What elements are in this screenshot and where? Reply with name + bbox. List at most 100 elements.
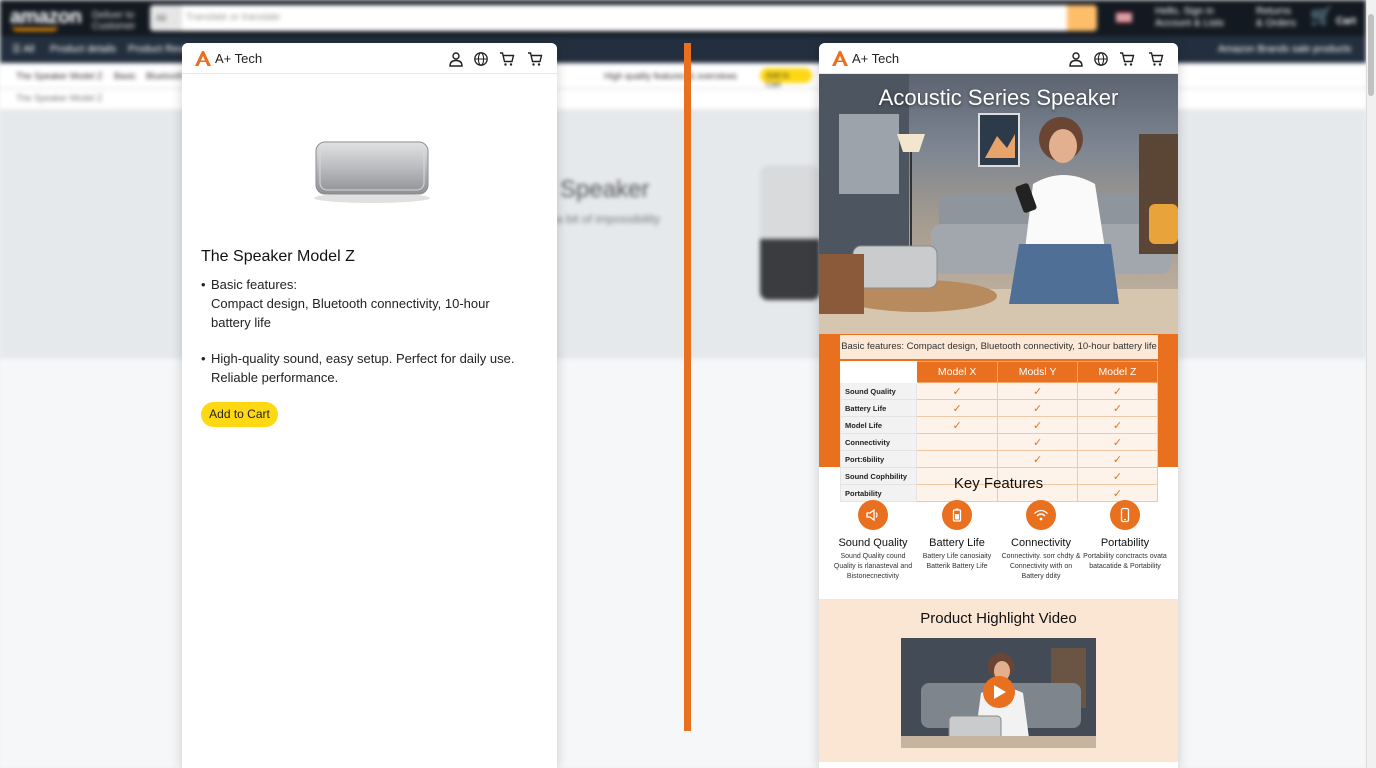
cart-icon[interactable] <box>1119 51 1135 67</box>
video-section: Product Highlight Video <box>819 599 1178 762</box>
hero-lifestyle-image: Acoustic Series Speaker <box>819 74 1178 334</box>
comparison-row: Battery Life ✓ ✓ ✓ <box>840 399 1159 417</box>
checkmark-icon: ✓ <box>997 433 1078 451</box>
checkmark-icon: ✓ <box>1076 382 1159 400</box>
bullet-sound-quality: • High-quality sound, easy setup. Perfec… <box>201 349 531 387</box>
returns-line1: Returns <box>1256 6 1292 17</box>
checkmark-icon: ✓ <box>997 416 1078 434</box>
page-scrollbar[interactable] <box>1366 0 1376 768</box>
sub-item-overview[interactable]: High quality features & overviews <box>604 71 737 81</box>
feature-label: Portability <box>1100 537 1150 549</box>
nav-all-label: All <box>23 44 35 55</box>
account-lists[interactable]: Hello, Sign in Account & Lists <box>1155 6 1224 30</box>
comparison-corner <box>840 361 917 383</box>
bullet-dot-icon: • <box>201 351 206 366</box>
search-button[interactable] <box>1067 5 1097 31</box>
returns-line2: & Orders <box>1256 18 1297 29</box>
brand-name[interactable]: A+ Tech <box>852 51 899 66</box>
feature-label: Sound Quality <box>838 537 908 549</box>
background-speaker-image <box>760 165 820 300</box>
add-to-cart-button[interactable]: Add to Cart <box>201 402 278 427</box>
feature-connectivity: Connectivity Connectivity. sorr chdty & … <box>998 500 1084 582</box>
nav-item-brands-sale[interactable]: Amazon Brands sale products <box>1218 44 1351 55</box>
feature-label: Battery Life <box>929 537 985 549</box>
bullet-basic-features: • Basic features: Compact design, Blueto… <box>201 275 531 332</box>
sub-item-basic[interactable]: Basic <box>114 71 136 81</box>
cart-icon[interactable] <box>499 51 515 67</box>
breadcrumb[interactable]: The Speaker Model Z <box>16 93 103 103</box>
feature-label: Connectivity <box>1011 537 1071 549</box>
cart-icon-secondary[interactable] <box>1148 51 1164 67</box>
features-strip: Basic features: Compact design, Bluetoot… <box>840 335 1158 359</box>
us-flag-icon[interactable] <box>1116 12 1132 23</box>
wifi-icon <box>1026 500 1056 530</box>
comparison-cell-empty <box>915 450 999 468</box>
feature-description: Battery Life canosiaity Batterik Battery… <box>922 553 992 570</box>
basic-listing-panel: A+ Tech The Speaker Model Z • Basic feat… <box>182 43 557 768</box>
feature-portability: Portability Portability conctracts ovata… <box>1082 500 1168 572</box>
sub-item-model[interactable]: The Speaker Model Z <box>16 71 103 81</box>
column-model-x: Model X <box>915 361 999 383</box>
account-line2: Account & Lists <box>1155 18 1224 29</box>
checkmark-icon: ✓ <box>915 416 999 434</box>
background-hero-subtitle: a bit of impossibility <box>556 212 661 226</box>
comparison-cell-empty <box>915 433 999 451</box>
comparison-header-row: Model X Modsl Y Model Z <box>840 361 1159 383</box>
user-icon[interactable] <box>448 51 464 67</box>
column-model-y: Modsl Y <box>997 361 1078 383</box>
product-title: The Speaker Model Z <box>201 248 355 265</box>
nav-item-product-details[interactable]: Product details <box>50 44 116 55</box>
cart-icon-secondary[interactable] <box>527 51 543 67</box>
search-input[interactable]: Translate or translate <box>186 12 280 23</box>
sub-item-bluetooth[interactable]: Bluetooth <box>146 71 184 81</box>
brand-name[interactable]: A+ Tech <box>215 51 262 66</box>
checkmark-icon: ✓ <box>997 382 1078 400</box>
checkmark-icon: ✓ <box>1076 399 1159 417</box>
returns-orders[interactable]: Returns & Orders <box>1256 6 1296 30</box>
cart-icon[interactable]: 🛒 <box>1310 6 1332 27</box>
play-icon <box>994 685 1006 699</box>
checkmark-icon: ✓ <box>997 450 1078 468</box>
sub-add-to-cart[interactable]: Add to Cart <box>760 68 812 89</box>
comparison-row-label: Connectivity <box>840 433 917 451</box>
search-bar[interactable]: All Translate or translate <box>150 5 1097 31</box>
aplus-content-panel: A+ Tech Acoustic Series Speaker Basic fe… <box>819 43 1178 768</box>
video-player[interactable] <box>901 638 1096 748</box>
deliver-to[interactable]: Deliver to Customer <box>92 10 135 32</box>
globe-icon[interactable] <box>1093 51 1109 67</box>
bullet-dot-icon: • <box>201 277 206 292</box>
speaker-icon <box>858 500 888 530</box>
speaker-product-image[interactable] <box>310 136 434 206</box>
comparison-row-label: Model Life <box>840 416 917 434</box>
user-icon[interactable] <box>1068 51 1084 67</box>
right-panel-header: A+ Tech <box>819 43 1178 74</box>
key-features-title: Key Features <box>953 475 1044 492</box>
feature-description: Connectivity. sorr chdty & Connectivity … <box>1001 553 1081 580</box>
left-panel-header: A+ Tech <box>182 43 557 74</box>
feature-battery-life: Battery Life Battery Life canosiaity Bat… <box>914 500 1000 572</box>
checkmark-icon: ✓ <box>1076 450 1159 468</box>
deliver-line2: Customer <box>92 21 136 32</box>
search-category[interactable]: All <box>150 5 182 31</box>
globe-icon[interactable] <box>473 51 489 67</box>
bullet-basic-text: Compact design, Bluetooth connectivity, … <box>211 296 490 330</box>
column-model-z: Model Z <box>1076 361 1159 383</box>
deliver-line1: Deliver to <box>92 10 135 21</box>
comparison-row-label: Battery Life <box>840 399 917 417</box>
comparison-row-label: Port:6bility <box>840 450 917 468</box>
comparison-row-label: Sound Quality <box>840 382 917 400</box>
scrollbar-thumb[interactable] <box>1368 14 1374 96</box>
amazon-logo-smile <box>12 26 58 31</box>
cart-label[interactable]: Cart <box>1336 16 1356 27</box>
play-button[interactable] <box>983 676 1015 708</box>
nav-all[interactable]: ☰ All <box>12 44 34 55</box>
comparison-divider <box>684 43 691 731</box>
video-section-title: Product Highlight Video <box>920 610 1077 627</box>
feature-description: Portability conctracts ovata batacatide … <box>1083 553 1167 570</box>
checkmark-icon: ✓ <box>915 382 999 400</box>
bullet-basic-label: Basic features: <box>211 277 297 292</box>
checkmark-icon: ✓ <box>915 399 999 417</box>
checkmark-icon: ✓ <box>1076 433 1159 451</box>
hero-title: Acoustic Series Speaker <box>878 85 1119 110</box>
aplus-logo-icon <box>195 51 211 66</box>
